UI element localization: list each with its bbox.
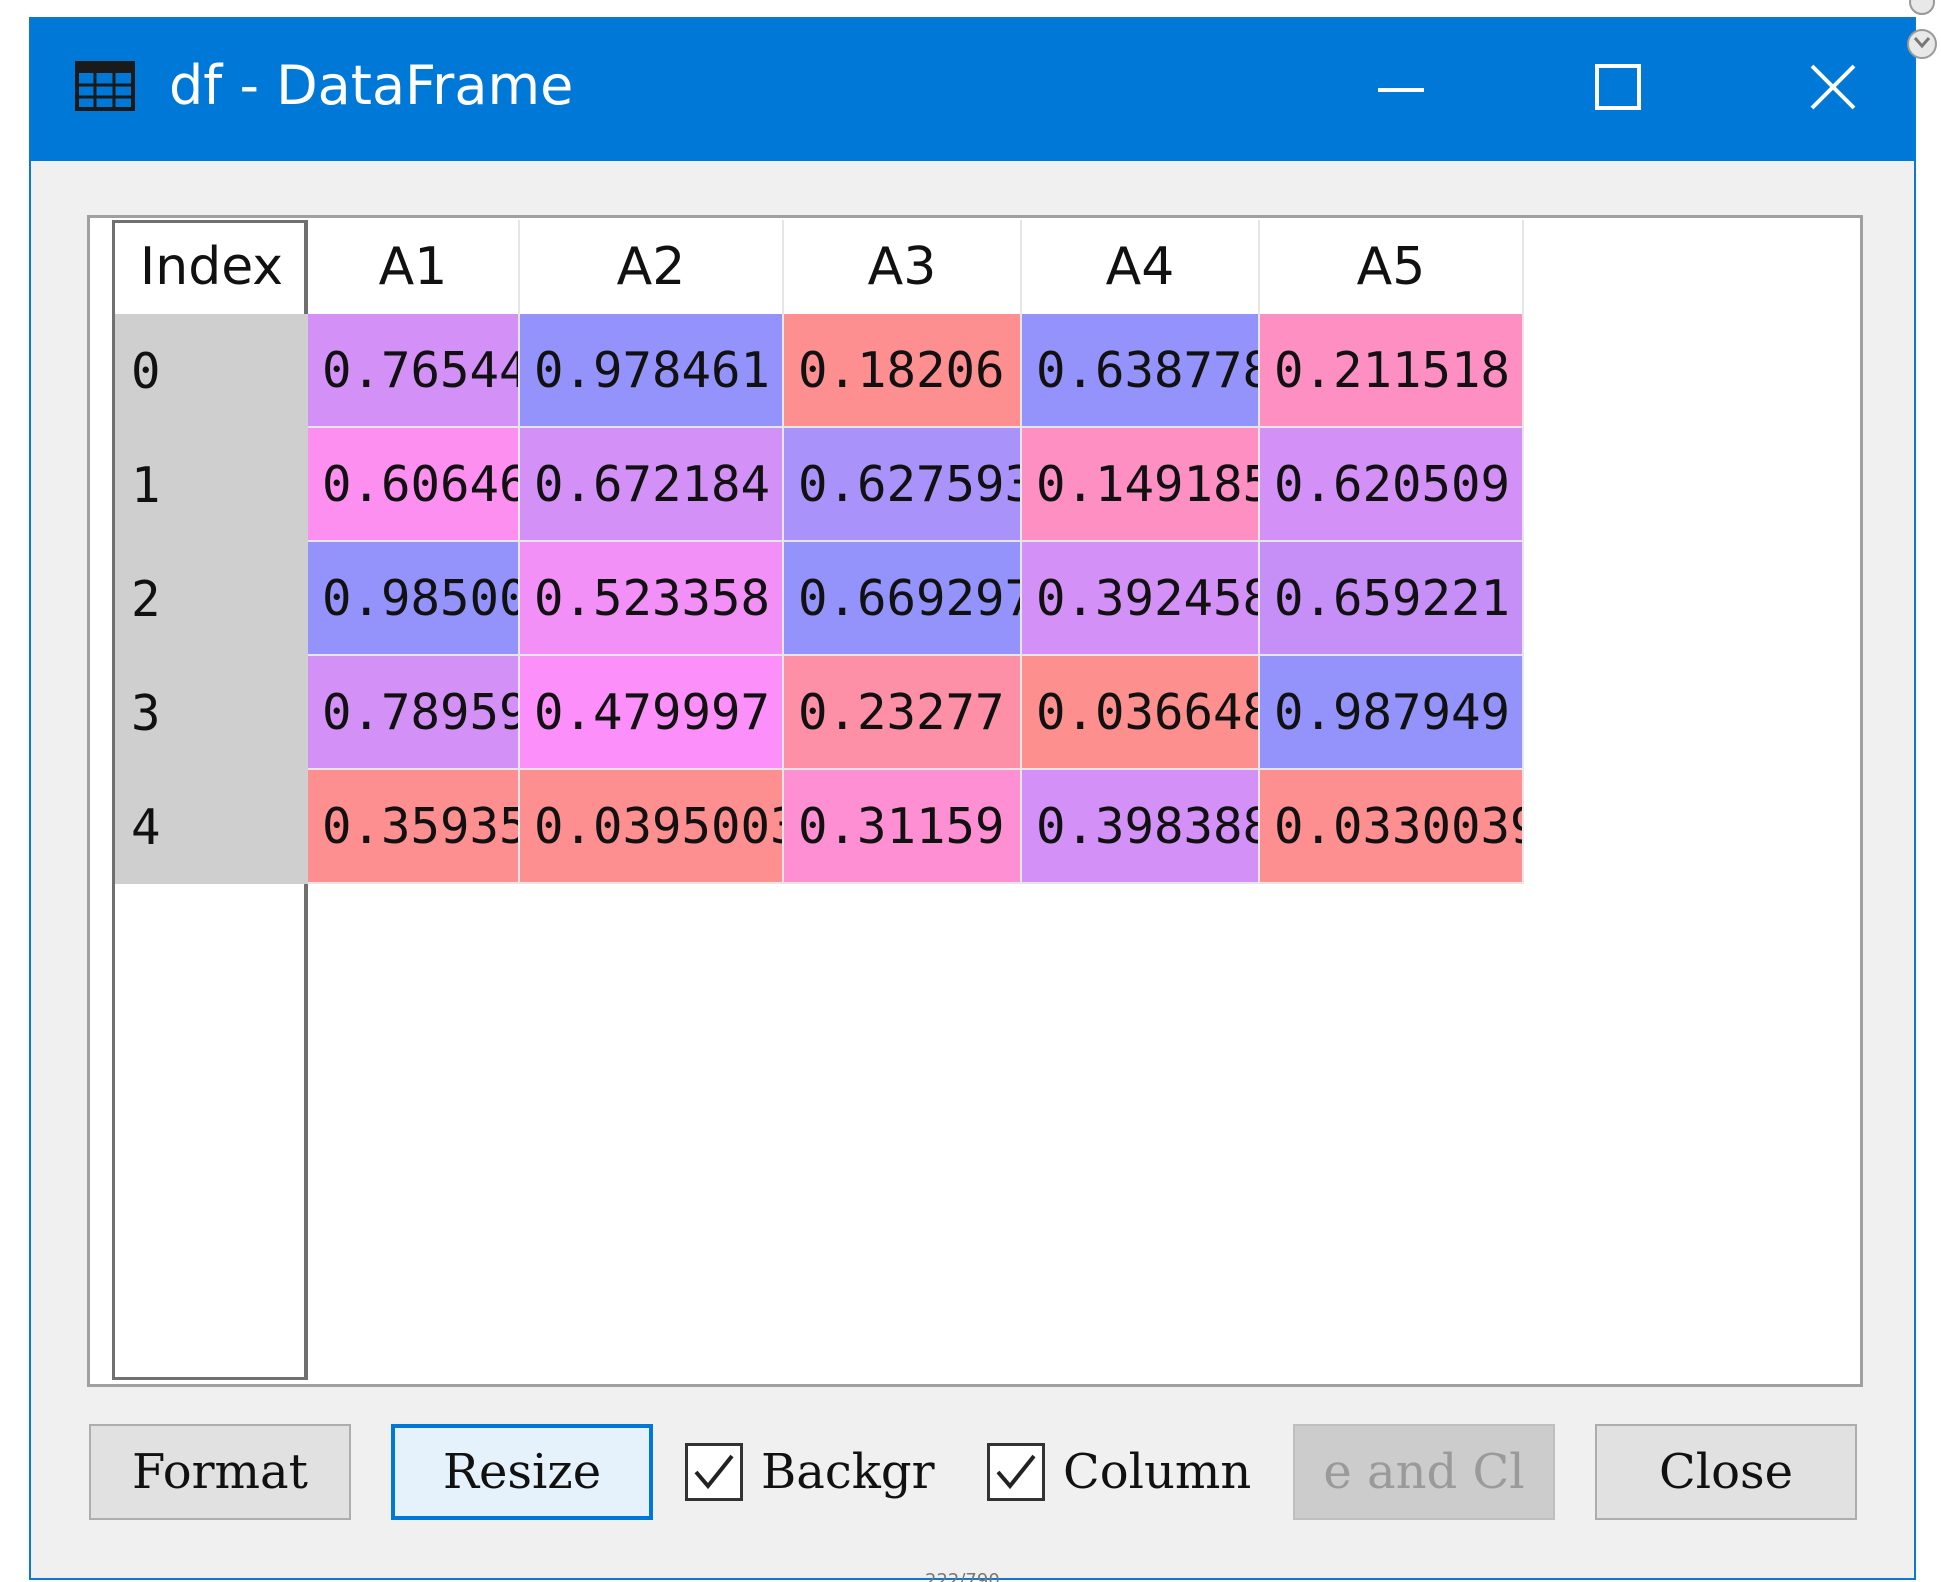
row-index[interactable]: 2 xyxy=(115,542,308,656)
table-cell[interactable]: 0.672184 xyxy=(520,428,784,542)
checkbox-checked-icon xyxy=(685,1443,743,1501)
save-and-close-button: e and Cl xyxy=(1293,1424,1555,1520)
table-cell[interactable]: 0.987949 xyxy=(1260,656,1524,770)
table-cell[interactable]: 0.523358 xyxy=(520,542,784,656)
column-header-a3[interactable]: A3 xyxy=(784,220,1022,314)
background-checkbox-label: Backgr xyxy=(761,1444,935,1500)
background-checkbox[interactable]: Backgr xyxy=(685,1432,985,1512)
row-index[interactable]: 1 xyxy=(115,428,308,542)
table-cell[interactable]: 0.606461 xyxy=(308,428,520,542)
table-cell[interactable]: 0.398388 xyxy=(1022,770,1260,884)
table-cell[interactable]: 0.659221 xyxy=(1260,542,1524,656)
column-header-a4[interactable]: A4 xyxy=(1022,220,1260,314)
corner-icons xyxy=(1905,0,1939,70)
page-counter: 222/790 xyxy=(925,1570,1000,1582)
checkbox-checked-icon xyxy=(987,1443,1045,1501)
table-cell[interactable]: 0.23277 xyxy=(784,656,1022,770)
table-cell[interactable]: 0.978461 xyxy=(520,314,784,428)
close-button[interactable]: Close xyxy=(1595,1424,1857,1520)
column-checkbox-label: Column xyxy=(1063,1444,1252,1500)
format-button[interactable]: Format xyxy=(89,1424,351,1520)
table-cell[interactable]: 0.0395003 xyxy=(520,770,784,884)
column-header-a5[interactable]: A5 xyxy=(1260,220,1524,314)
dataframe-table[interactable]: IndexA1A2A3A4A500.7654410.9784610.182060… xyxy=(87,215,1863,1387)
table-cell[interactable]: 0.211518 xyxy=(1260,314,1524,428)
table-cell[interactable]: 0.638778 xyxy=(1022,314,1260,428)
table-cell[interactable]: 0.479997 xyxy=(520,656,784,770)
title-bar[interactable]: df - DataFrame xyxy=(31,19,1914,161)
minimize-button[interactable] xyxy=(1351,49,1451,129)
column-checkbox[interactable]: Column xyxy=(987,1432,1287,1512)
table-cell[interactable]: 0.765441 xyxy=(308,314,520,428)
window-title: df - DataFrame xyxy=(169,54,574,117)
row-index[interactable]: 3 xyxy=(115,656,308,770)
table-cell[interactable]: 0.0330039 xyxy=(1260,770,1524,884)
resize-button[interactable]: Resize xyxy=(391,1424,653,1520)
table-cell[interactable]: 0.31159 xyxy=(784,770,1022,884)
table-cell[interactable]: 0.036648 xyxy=(1022,656,1260,770)
table-cell[interactable]: 0.149185 xyxy=(1022,428,1260,542)
close-icon xyxy=(1808,62,1858,116)
table-cell[interactable]: 0.789593 xyxy=(308,656,520,770)
table-cell[interactable]: 0.392458 xyxy=(1022,542,1260,656)
table-cell[interactable]: 0.985007 xyxy=(308,542,520,656)
table-cell[interactable]: 0.359359 xyxy=(308,770,520,884)
table-cell[interactable]: 0.18206 xyxy=(784,314,1022,428)
table-cell[interactable]: 0.627593 xyxy=(784,428,1022,542)
minimize-icon xyxy=(1376,80,1426,99)
dataframe-window: df - DataFrame IndexA1A2A3A4A500.7654410… xyxy=(29,17,1916,1580)
column-header-a2[interactable]: A2 xyxy=(520,220,784,314)
table-cell[interactable]: 0.620509 xyxy=(1260,428,1524,542)
maximize-icon xyxy=(1594,63,1642,115)
column-header-a1[interactable]: A1 xyxy=(308,220,520,314)
row-index[interactable]: 4 xyxy=(115,770,308,884)
table-cell[interactable]: 0.669297 xyxy=(784,542,1022,656)
index-header[interactable]: Index xyxy=(115,220,308,314)
close-window-button[interactable] xyxy=(1783,49,1883,129)
maximize-button[interactable] xyxy=(1568,49,1668,129)
table-grid-icon xyxy=(75,61,135,111)
row-index[interactable]: 0 xyxy=(115,314,308,428)
